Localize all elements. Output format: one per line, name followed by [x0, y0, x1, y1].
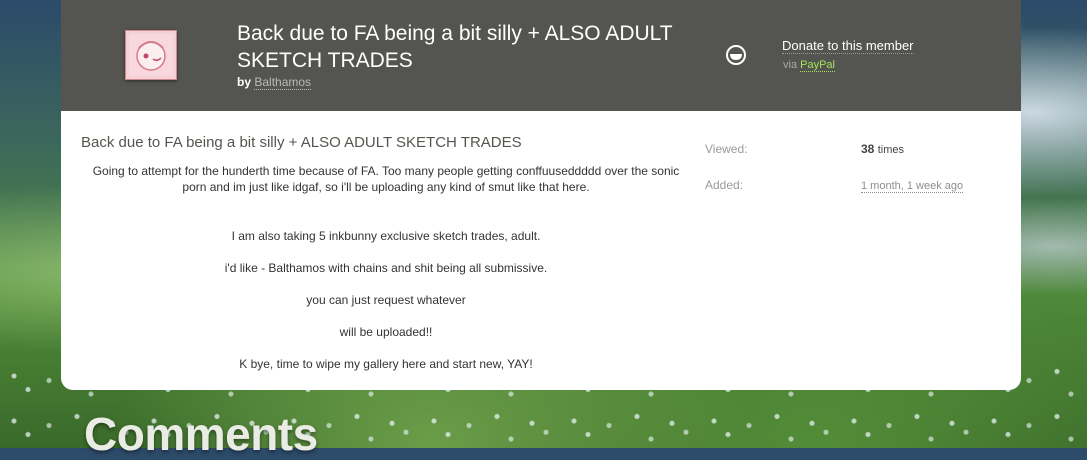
viewed-value: 38 times	[861, 142, 904, 156]
description-paragraph: I am also taking 5 inkbunny exclusive sk…	[231, 229, 541, 243]
added-label: Added:	[705, 178, 744, 192]
description-paragraph: Going to attempt for the hunderth time b…	[92, 164, 680, 194]
page-title: Back due to FA being a bit silly + ALSO …	[237, 22, 673, 72]
paypal-link[interactable]: PayPal	[800, 59, 835, 72]
submission-header: Back due to FA being a bit silly + ALSO …	[61, 0, 1021, 111]
submission-stats: Viewed: 38 times Added: 1 month, 1 week …	[705, 142, 1005, 214]
avatar-image	[129, 34, 173, 76]
viewed-count: 38	[861, 142, 875, 156]
added-value: 1 month, 1 week ago	[861, 178, 964, 193]
description-paragraph: i'd like - Balthamos with chains and shi…	[224, 261, 548, 275]
description-paragraph: K bye, time to wipe my gallery here and …	[239, 357, 533, 371]
added-date-link[interactable]: 1 month, 1 week ago	[861, 180, 964, 193]
donate-link[interactable]: Donate to this member	[782, 38, 914, 54]
description-paragraph: will be uploaded!!	[339, 325, 433, 339]
byline: by Balthamos	[237, 75, 312, 90]
submission-content: Back due to FA being a bit silly + ALSO …	[61, 111, 1021, 390]
content-title: Back due to FA being a bit silly + ALSO …	[81, 134, 522, 151]
stat-viewed: Viewed: 38 times	[705, 142, 1005, 178]
avatar[interactable]	[125, 30, 177, 80]
viewed-unit: times	[877, 144, 904, 156]
viewed-label: Viewed:	[705, 142, 748, 156]
via-label: via	[783, 59, 798, 71]
donate-via: via PayPal	[783, 59, 835, 72]
comments-heading: Comments	[84, 408, 318, 460]
description-paragraph: you can just request whatever	[306, 293, 466, 307]
stat-added: Added: 1 month, 1 week ago	[705, 178, 1005, 214]
author-link[interactable]: Balthamos	[254, 75, 312, 90]
smiley-face-icon	[726, 45, 746, 65]
description: Going to attempt for the hunderth time b…	[81, 163, 691, 372]
by-label: by	[237, 75, 252, 89]
